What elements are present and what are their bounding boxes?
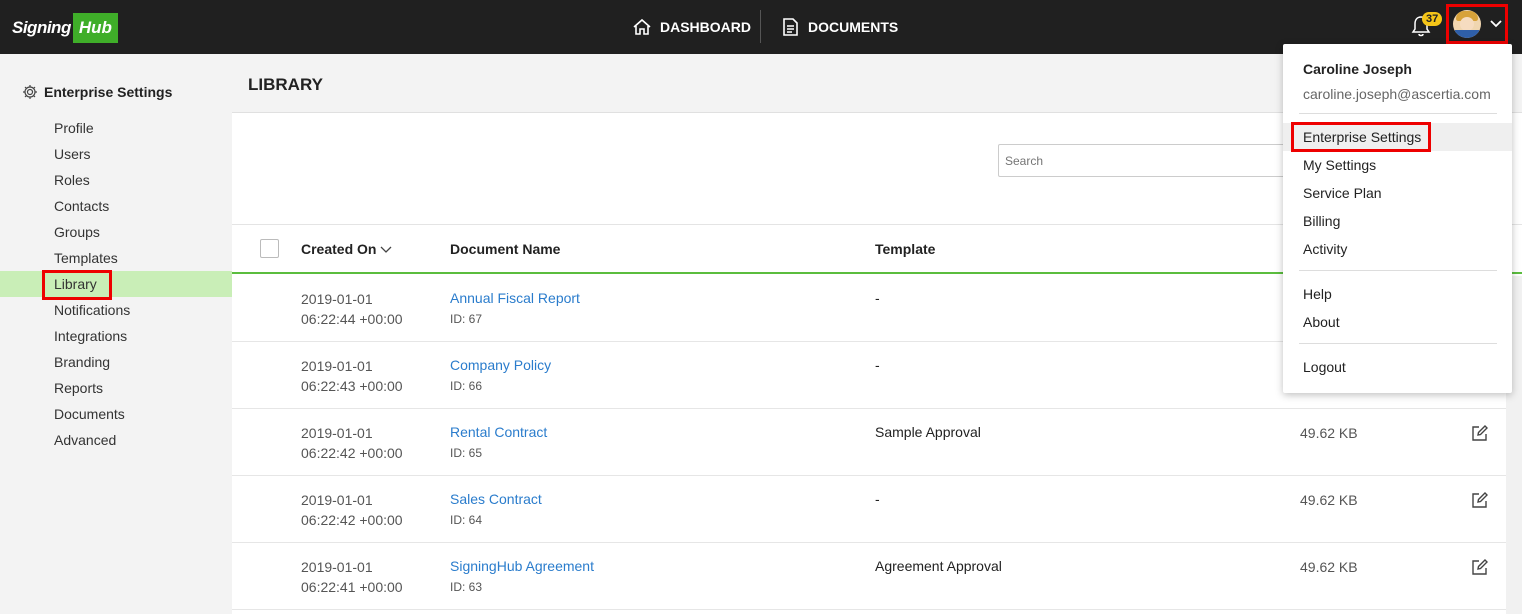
sidebar: Enterprise Settings Profile Users Roles … [0,54,232,614]
logo-hub-text: Hub [72,12,118,43]
table-row[interactable]: 2019-01-01 06:22:42 +00:00 Sales Contract… [232,476,1522,543]
menu-item-help[interactable]: Help [1283,280,1512,308]
edit-icon[interactable] [1471,491,1489,514]
sidebar-item-users[interactable]: Users [0,141,232,167]
signinghub-logo[interactable]: Signing Hub [12,11,118,44]
created-on-cell: 2019-01-01 06:22:42 +00:00 [301,492,403,528]
edit-icon[interactable] [1471,424,1489,447]
sidebar-item-advanced[interactable]: Advanced [0,427,232,453]
home-icon [633,18,651,35]
enterprise-settings-highlight-box [1291,122,1431,152]
file-size-cell: 49.62 KB [1300,492,1358,508]
sidebar-item-reports[interactable]: Reports [0,375,232,401]
document-name-link[interactable]: Rental Contract [450,424,547,440]
created-on-cell: 2019-01-01 06:22:43 +00:00 [301,358,403,394]
document-name-link[interactable]: SigningHub Agreement [450,558,594,574]
template-cell: - [875,491,880,507]
menu-divider [1299,270,1497,271]
template-cell: - [875,357,880,373]
library-highlight-box [42,270,112,300]
document-icon [783,18,798,36]
nav-documents[interactable]: DOCUMENTS [780,0,898,54]
menu-item-logout[interactable]: Logout [1283,353,1512,381]
template-cell: Agreement Approval [875,558,1002,574]
menu-item-billing[interactable]: Billing [1283,207,1512,235]
document-id: ID: 65 [450,446,483,460]
sort-chevron-down-icon [380,246,392,253]
search-input[interactable] [998,144,1298,177]
sidebar-title-label: Enterprise Settings [44,84,173,100]
page-title: LIBRARY [248,75,323,94]
user-name: Caroline Joseph [1303,61,1412,77]
nav-dashboard-label: DASHBOARD [660,19,751,35]
sidebar-item-groups[interactable]: Groups [0,219,232,245]
file-size-cell: 49.62 KB [1300,425,1358,441]
chevron-down-icon [1490,20,1502,28]
nav-documents-label: DOCUMENTS [808,19,899,35]
user-menu-toggle[interactable] [1446,4,1508,44]
document-id: ID: 66 [450,379,483,393]
document-id: ID: 63 [450,580,483,594]
document-id: ID: 67 [450,312,483,326]
document-id: ID: 64 [450,513,483,527]
notification-count-badge: 37 [1422,12,1443,26]
select-all-checkbox[interactable] [260,239,279,258]
user-dropdown-menu: Caroline Joseph caroline.joseph@ascertia… [1283,44,1512,393]
column-document-name[interactable]: Document Name [450,241,560,257]
sidebar-item-notifications[interactable]: Notifications [0,297,232,323]
created-on-cell: 2019-01-01 06:22:44 +00:00 [301,291,403,327]
sidebar-item-templates[interactable]: Templates [0,245,232,271]
gear-icon [23,85,37,99]
edit-icon[interactable] [1471,558,1489,581]
avatar [1453,10,1481,38]
menu-item-my-settings[interactable]: My Settings [1283,151,1512,179]
sidebar-item-profile[interactable]: Profile [0,115,232,141]
file-size-cell: 49.62 KB [1300,559,1358,575]
menu-item-activity[interactable]: Activity [1283,235,1512,263]
table-row[interactable]: 2019-01-01 06:22:42 +00:00 Rental Contrac… [232,409,1522,476]
column-created-on-label: Created On [301,241,377,257]
menu-item-about[interactable]: About [1283,308,1512,336]
nav-divider [760,10,761,43]
sidebar-item-contacts[interactable]: Contacts [0,193,232,219]
column-template[interactable]: Template [875,241,935,257]
document-name-link[interactable]: Annual Fiscal Report [450,290,580,306]
sidebar-item-library[interactable]: Library [0,271,232,297]
template-cell: - [875,290,880,306]
sidebar-item-integrations[interactable]: Integrations [0,323,232,349]
sidebar-item-documents[interactable]: Documents [0,401,232,427]
menu-divider [1299,113,1497,114]
sidebar-item-roles[interactable]: Roles [0,167,232,193]
document-name-link[interactable]: Company Policy [450,357,551,373]
menu-item-service-plan[interactable]: Service Plan [1283,179,1512,207]
menu-divider [1299,343,1497,344]
sidebar-title: Enterprise Settings [22,84,172,100]
template-cell: Sample Approval [875,424,981,440]
logo-text: Signing [12,17,71,37]
sidebar-item-branding[interactable]: Branding [0,349,232,375]
nav-dashboard[interactable]: DASHBOARD [632,0,751,54]
created-on-cell: 2019-01-01 06:22:41 +00:00 [301,559,403,595]
created-on-cell: 2019-01-01 06:22:42 +00:00 [301,425,403,461]
user-email: caroline.joseph@ascertia.com [1303,86,1491,102]
column-created-on[interactable]: Created On [301,241,392,257]
document-name-link[interactable]: Sales Contract [450,491,542,507]
table-row[interactable]: 2019-01-01 06:22:41 +00:00 SigningHub Agr… [232,543,1522,610]
